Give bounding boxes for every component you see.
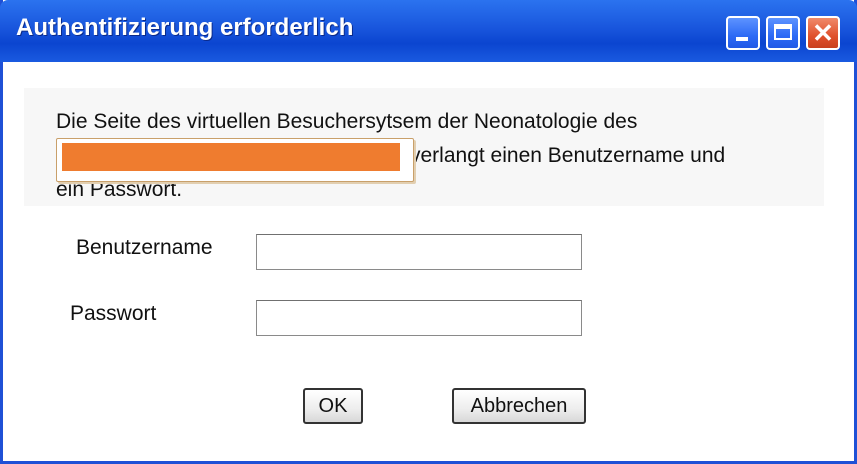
cancel-button[interactable]: Abbrechen (452, 388, 586, 424)
message-line-2: verlangt einen Benutzername und (410, 144, 726, 167)
username-field[interactable] (256, 234, 582, 270)
maximize-icon (774, 24, 792, 40)
minimize-button[interactable] (726, 16, 760, 50)
redaction-fill (62, 143, 400, 171)
dialog-title: Authentifizierung erforderlich (16, 14, 354, 41)
password-label: Passwort (70, 302, 157, 325)
minimize-icon (736, 37, 748, 41)
maximize-button[interactable] (766, 16, 800, 50)
close-button[interactable]: ✕ (806, 16, 840, 50)
title-bar[interactable]: Authentifizierung erforderlich ✕ (0, 0, 857, 62)
redaction-box (56, 138, 414, 182)
ok-button[interactable]: OK (303, 388, 363, 424)
message-line-1: Die Seite des virtuellen Besuchersytsem … (56, 110, 638, 133)
auth-dialog: Authentifizierung erforderlich ✕ (0, 0, 857, 464)
close-icon: ✕ (812, 18, 834, 48)
username-label: Benutzername (76, 236, 213, 259)
password-field[interactable] (256, 300, 582, 336)
